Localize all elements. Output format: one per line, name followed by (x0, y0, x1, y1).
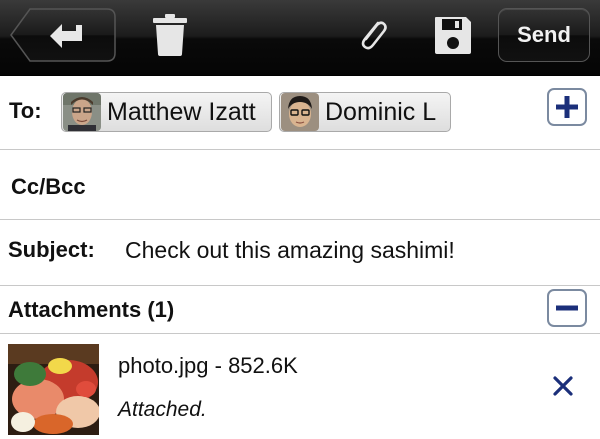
trash-icon[interactable] (152, 14, 188, 56)
recipient-chip-dominic[interactable]: Dominic L (279, 92, 451, 132)
floppy-disk-icon[interactable] (434, 15, 472, 55)
avatar (63, 93, 101, 131)
minus-icon (556, 305, 578, 311)
to-label: To: (9, 98, 42, 123)
plus-icon (556, 96, 578, 118)
attachment-thumbnail (8, 344, 99, 435)
subject-input[interactable]: Check out this amazing sashimi! (125, 237, 455, 264)
cc-bcc-label: Cc/Bcc (11, 174, 86, 199)
attachments-label: Attachments (1) (8, 297, 175, 322)
to-row: To: Matthew Izatt Dominic L (0, 76, 600, 150)
add-recipient-button[interactable] (547, 88, 587, 126)
attachment-status: Attached. (118, 398, 207, 421)
subject-label: Subject: (8, 237, 95, 262)
avatar (281, 93, 319, 131)
subject-row: Subject: Check out this amazing sashimi! (0, 220, 600, 286)
cc-bcc-row[interactable]: Cc/Bcc (0, 150, 600, 220)
collapse-attachments-button[interactable] (547, 289, 587, 327)
back-arrow-icon (50, 24, 82, 48)
send-button[interactable]: Send (498, 8, 590, 62)
attachment-file-name: photo.jpg - 852.6K (118, 353, 298, 378)
recipient-name: Matthew Izatt (107, 97, 256, 126)
compose-toolbar: Send (0, 0, 600, 76)
attachment-item: photo.jpg - 852.6K Attached. (0, 335, 600, 439)
back-button[interactable] (10, 8, 116, 62)
recipient-chip-matthew[interactable]: Matthew Izatt (61, 92, 272, 132)
attachments-header: Attachments (1) (0, 286, 600, 334)
close-x-icon[interactable] (552, 375, 574, 397)
paperclip-icon[interactable] (358, 17, 388, 55)
recipient-name: Dominic L (325, 97, 437, 126)
